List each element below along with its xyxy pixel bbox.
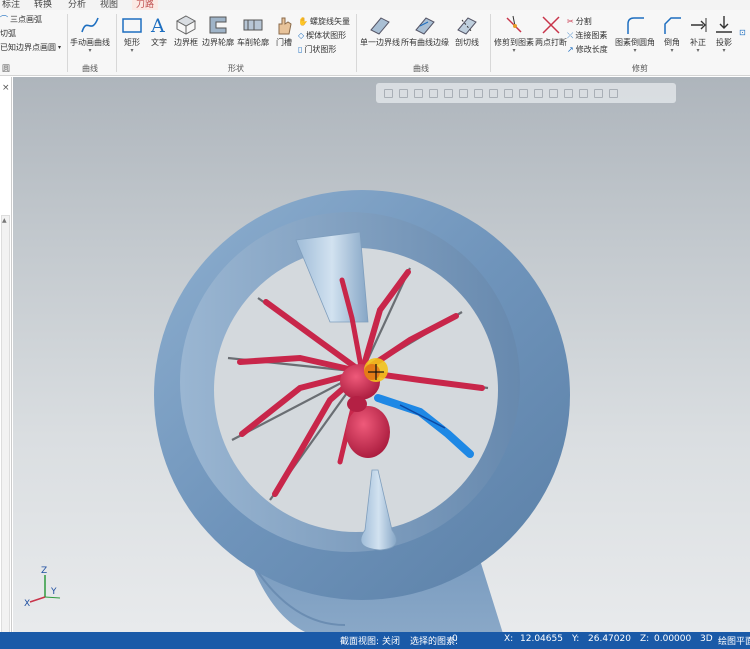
y-coord-label: Y: [572,634,580,644]
rectangle-button[interactable]: 矩形 ▾ [119,14,145,54]
trim-to-entity-button[interactable]: 修剪到图素 ▾ [494,14,534,54]
single-boundary-button[interactable]: 单一边界线 [360,14,400,48]
arc-icon: ⌒ [0,15,8,24]
section-line-button[interactable]: 剖切线 [450,14,484,48]
section-line-icon [457,17,477,35]
menu-tab-annotate[interactable]: 标注 [2,0,20,10]
axis-x-label: X [24,599,30,609]
model-scene: Z X Y [24,190,570,632]
ribbon: ⌒ 三点画弧 切弧 已知边界点画圆 ▾ 圆 手动画曲线 ▾ 曲线 矩形 ▾ A 文… [0,10,750,76]
split-button[interactable]: ✂ 分割 [567,16,592,27]
group-title-modify: 修剪 [632,64,648,73]
trim-icon [506,15,522,33]
z-coord-value: 0.00000 [654,634,692,644]
chamfer-icon [664,17,681,34]
split-icon: ✂ [567,17,574,26]
group-title-curve: 曲线 [82,64,98,73]
door-icon: ▯ [298,45,303,54]
selected-entities-value: 0 [452,634,458,644]
left-panel: × ▲ ▼ [0,77,12,649]
wedge-icon: ◇ [298,31,305,40]
offset-icon [691,18,707,32]
project-icon [716,16,732,33]
project-button[interactable]: 投影 ▾ [711,14,737,54]
hand-icon [278,17,292,35]
join-icon: ⤫ [567,30,574,40]
section-view-label: 截面视图: [340,637,380,647]
spiral-icon: ✋ [298,17,308,26]
close-icon[interactable]: × [2,83,10,93]
scroll-up-icon[interactable]: ▲ [2,217,7,224]
drawing-plane-button[interactable]: 绘图平面 [718,634,750,647]
two-point-break-button[interactable]: 两点打断 [535,14,567,48]
axis-z-label: Z [41,566,47,576]
wedge-shape-button[interactable]: ◇ 楔体状图形 [298,30,346,41]
join-entities-button[interactable]: ⤫ 连接图素 [567,30,607,41]
door-slot-button[interactable]: 门槽 [271,14,297,48]
overflow-icon: ⊡ [739,28,746,37]
menu-tab-toolpath[interactable]: 刀路 [132,0,159,10]
axis-triad: Z X Y [24,566,61,609]
manual-curve-button[interactable]: 手动画曲线 ▾ [70,14,110,54]
group-title-circle: 圆 [2,64,10,73]
axis-y-label: Y [50,587,57,597]
spline-icon [81,17,99,33]
graphics-viewport[interactable]: Z X Y [13,77,750,632]
break-icon [542,16,560,34]
offset-button[interactable]: 补正 ▾ [686,14,710,54]
rectangle-icon [122,18,142,33]
menu-tab-transform[interactable]: 转换 [34,0,52,10]
bounding-box-button[interactable]: 边界框 [172,14,200,48]
spider-abdomen[interactable] [346,406,390,458]
three-point-arc-button[interactable]: ⌒ 三点画弧 [0,14,42,25]
spiral-vector-button[interactable]: ✋ 螺旋线矢量 [298,16,350,27]
door-shape-button[interactable]: ▯ 门状图形 [298,44,336,55]
boundary-profile-button[interactable]: 边界轮廓 [201,14,235,48]
boundary-circle-button[interactable]: 已知边界点画圆 ▾ [0,42,61,53]
modify-length-button[interactable]: ↗ 修改长度 [567,44,608,55]
view-mode-toggle[interactable]: 3D [700,634,713,644]
text-button[interactable]: A 文字 [147,14,171,48]
all-edges-icon [415,17,435,35]
length-icon: ↗ [567,45,574,54]
selected-entities-label: 选择的图素: [410,637,459,647]
x-coord-value: 12.04655 [520,634,563,644]
text-icon: A [150,15,165,36]
all-curve-edges-button[interactable]: 所有曲线边缘 [401,14,449,48]
fillet-icon [627,17,644,34]
menu-bar: 标注 转换 分析 视图 刀路 [0,0,750,10]
group-title-shape: 形状 [228,64,244,73]
boundary-profile-icon [209,16,227,34]
fillet-entities-button[interactable]: 图素倒圆角 ▾ [614,14,656,54]
group-title-curve-2: 曲线 [413,64,429,73]
panel-scrollbar[interactable] [1,215,10,649]
status-bar: 截面视图: 关闭 选择的图素: 0 X: 12.04655 Y: 26.4702… [0,632,750,649]
turn-profile-icon [243,19,263,31]
z-coord-label: Z: [640,634,650,644]
surface-edge-icon [370,17,390,35]
x-coord-label: X: [504,634,514,644]
tangent-arc-button[interactable]: 切弧 [0,28,16,39]
chamfer-button[interactable]: 倒角 ▾ [658,14,686,54]
menu-tab-view[interactable]: 视图 [100,0,118,10]
more-tools-button[interactable]: ⊡ [739,28,746,37]
turn-profile-button[interactable]: 车削轮廓 [236,14,270,48]
svg-text:A: A [150,15,165,36]
section-view-value[interactable]: 关闭 [382,634,400,647]
bounding-box-icon [175,15,197,35]
menu-tab-analyze[interactable]: 分析 [68,0,86,10]
y-coord-value: 26.47020 [588,634,631,644]
